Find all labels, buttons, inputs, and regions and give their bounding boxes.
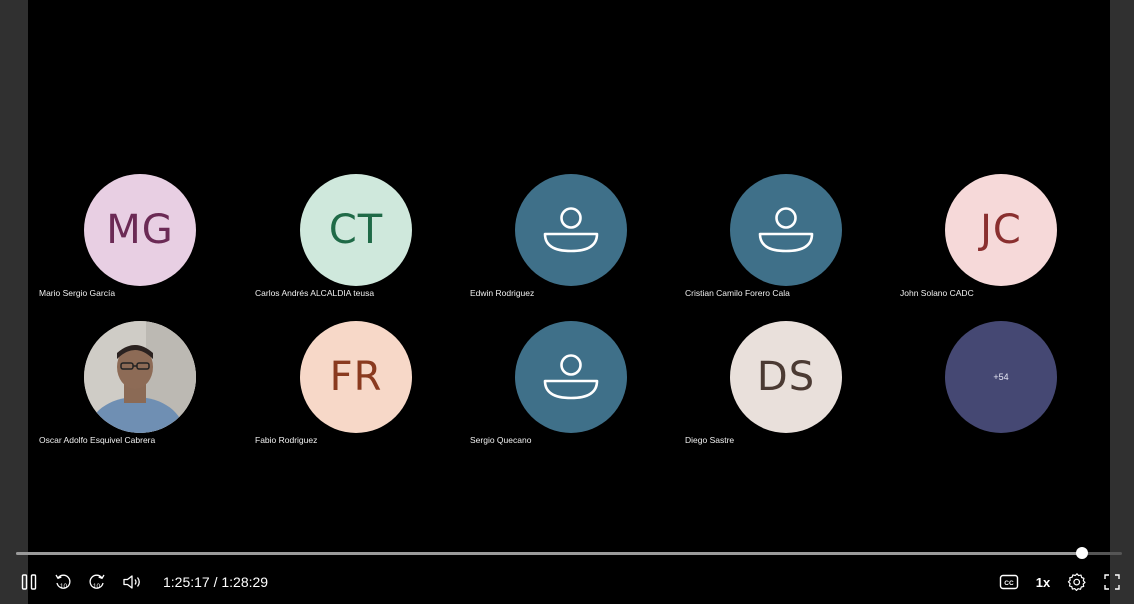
participant-row: MG Mario Sergio García CT Carlos Andrés … xyxy=(28,172,1110,319)
participant-tile: +54 xyxy=(889,319,1104,459)
participant-tile: Oscar Adolfo Esquivel Cabrera xyxy=(28,319,243,459)
more-participants-count: +54 xyxy=(993,372,1009,382)
control-bar: 10 10 1:25:17 / 1:28:29 CC 1x xyxy=(0,570,1134,594)
fullscreen-button[interactable] xyxy=(1101,570,1123,594)
more-participants-button[interactable]: +54 xyxy=(945,321,1057,433)
volume-icon xyxy=(123,575,140,589)
participant-tile: Sergio Quecano xyxy=(459,319,674,459)
left-letterbox xyxy=(0,0,28,604)
participant-tile: MG Mario Sergio García xyxy=(28,172,243,312)
participant-name: Oscar Adolfo Esquivel Cabrera xyxy=(39,435,156,445)
participant-name: Sergio Quecano xyxy=(470,435,532,445)
participant-name: John Solano CADC xyxy=(900,288,974,298)
avatar: CT xyxy=(300,174,412,286)
participant-row: Oscar Adolfo Esquivel Cabrera FR Fabio R… xyxy=(28,319,1110,466)
participant-grid: MG Mario Sergio García CT Carlos Andrés … xyxy=(28,172,1110,466)
person-glyph xyxy=(543,354,599,400)
volume-button[interactable] xyxy=(121,570,145,594)
captions-button[interactable]: CC xyxy=(998,570,1020,594)
participant-name: Mario Sergio García xyxy=(39,288,116,298)
playback-speed-button[interactable]: 1x xyxy=(1031,570,1055,594)
participant-photo xyxy=(84,321,196,433)
person-icon xyxy=(515,321,627,433)
right-letterbox xyxy=(1110,0,1134,604)
participant-name: Edwin Rodriguez xyxy=(470,288,535,298)
time-display: 1:25:17 / 1:28:29 xyxy=(163,574,269,590)
participant-tile: DS Diego Sastre xyxy=(674,319,889,459)
rewind-10-button[interactable]: 10 xyxy=(52,570,74,594)
person-glyph xyxy=(543,207,599,253)
fullscreen-icon xyxy=(1104,574,1120,590)
rewind-10-icon: 10 xyxy=(55,574,71,590)
participant-tile: Cristian Camilo Forero Cala xyxy=(674,172,889,312)
captions-icon: CC xyxy=(999,574,1019,590)
meeting-video[interactable]: MG Mario Sergio García CT Carlos Andrés … xyxy=(28,0,1110,604)
person-glyph xyxy=(758,207,814,253)
svg-text:10: 10 xyxy=(93,583,101,590)
svg-text:CC: CC xyxy=(1004,580,1014,587)
video-player: MG Mario Sergio García CT Carlos Andrés … xyxy=(0,0,1134,604)
participant-name: Carlos Andrés ALCALDIA teusa xyxy=(255,288,375,298)
avatar: JC xyxy=(945,174,1057,286)
seek-bar[interactable] xyxy=(16,547,1122,559)
pause-icon xyxy=(21,574,37,590)
avatar: DS xyxy=(730,321,842,433)
participant-tile: CT Carlos Andrés ALCALDIA teusa xyxy=(244,172,459,312)
person-icon xyxy=(730,174,842,286)
avatar: FR xyxy=(300,321,412,433)
participant-name: Cristian Camilo Forero Cala xyxy=(685,288,790,298)
pause-button[interactable] xyxy=(18,570,40,594)
forward-10-icon: 10 xyxy=(89,574,105,590)
seek-bar-fill xyxy=(16,552,1083,555)
forward-10-button[interactable]: 10 xyxy=(86,570,108,594)
participant-name: Fabio Rodriguez xyxy=(255,435,318,445)
avatar: MG xyxy=(84,174,196,286)
participant-tile: Edwin Rodriguez xyxy=(459,172,674,312)
participant-name: Diego Sastre xyxy=(685,435,735,445)
participant-tile: JC John Solano CADC xyxy=(889,172,1104,312)
settings-button[interactable] xyxy=(1066,570,1088,594)
seek-bar-thumb[interactable] xyxy=(1076,547,1089,559)
gear-icon xyxy=(1067,573,1086,591)
person-photo-icon xyxy=(84,321,196,433)
participant-tile: FR Fabio Rodriguez xyxy=(244,319,459,459)
person-icon xyxy=(515,174,627,286)
player-controls: 10 10 1:25:17 / 1:28:29 CC 1x xyxy=(0,544,1134,604)
svg-text:10: 10 xyxy=(60,583,68,590)
